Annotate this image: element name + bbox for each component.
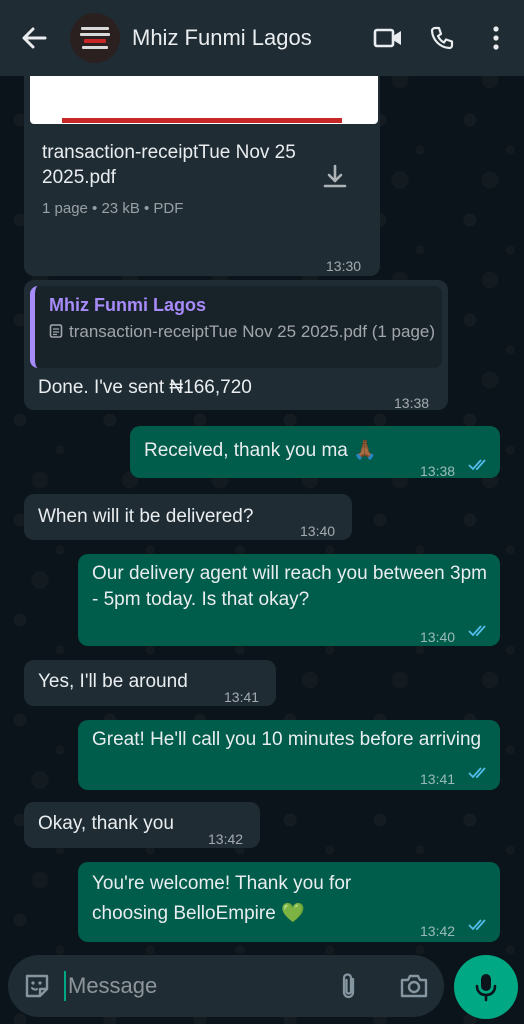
message-time: 13:38 bbox=[394, 395, 430, 411]
sticker-emoji-icon[interactable] bbox=[22, 971, 52, 1001]
text-caret bbox=[64, 971, 66, 1001]
video-call-icon[interactable] bbox=[366, 16, 410, 60]
message-time: 13:42 bbox=[208, 831, 244, 847]
read-receipt-icon bbox=[468, 459, 486, 471]
back-arrow-icon[interactable] bbox=[12, 16, 56, 60]
more-options-icon[interactable] bbox=[474, 16, 518, 60]
incoming-message[interactable]: Okay, thank you 13:42 bbox=[24, 802, 260, 848]
outgoing-message[interactable]: Great! He'll call you 10 minutes before … bbox=[78, 720, 500, 790]
avatar-logo-line bbox=[80, 33, 110, 36]
message-text: When will it be delivered? bbox=[38, 506, 254, 527]
message-text: Our delivery agent will reach you betwee… bbox=[92, 563, 487, 610]
document-message[interactable]: transaction-receiptTue Nov 25 2025.pdf 1… bbox=[24, 60, 380, 276]
outgoing-message[interactable]: Our delivery agent will reach you betwee… bbox=[78, 554, 500, 646]
outgoing-message[interactable]: You're welcome! Thank you for choosing B… bbox=[78, 862, 500, 942]
quote-text-row: transaction-receiptTue Nov 25 2025.pdf (… bbox=[49, 320, 439, 343]
message-time: 13:42 bbox=[420, 923, 456, 939]
reply-message[interactable]: Mhiz Funmi Lagos transaction-receiptTue … bbox=[24, 280, 448, 411]
message-time: 13:41 bbox=[224, 689, 260, 705]
message-text: Okay, thank you bbox=[38, 813, 174, 834]
attach-icon[interactable] bbox=[334, 971, 364, 1001]
document-meta: 1 page • 23 kB • PDF bbox=[42, 200, 184, 217]
document-icon bbox=[49, 324, 63, 338]
avatar-logo-line bbox=[81, 27, 109, 30]
camera-icon[interactable] bbox=[398, 971, 430, 1001]
message-text: Received, thank you ma 🙏🏾 bbox=[144, 440, 377, 461]
voice-record-button[interactable] bbox=[454, 955, 518, 1019]
avatar[interactable] bbox=[70, 13, 120, 63]
read-receipt-icon bbox=[468, 919, 486, 931]
message-text: Yes, I'll be around bbox=[38, 671, 188, 692]
quote-author: Mhiz Funmi Lagos bbox=[49, 295, 206, 315]
read-receipt-icon bbox=[468, 625, 486, 637]
message-input[interactable] bbox=[68, 967, 318, 1005]
preview-line bbox=[62, 118, 342, 123]
document-file-name: transaction-receiptTue Nov 25 2025.pdf bbox=[42, 142, 296, 188]
message-text: Done. I've sent ₦166,720 bbox=[38, 377, 252, 398]
avatar-logo-line bbox=[84, 39, 106, 43]
message-text: Great! He'll call you 10 minutes before … bbox=[92, 729, 482, 750]
download-icon[interactable] bbox=[320, 162, 350, 192]
outgoing-message[interactable]: Received, thank you ma 🙏🏾 13:38 bbox=[130, 426, 500, 479]
avatar-logo-line bbox=[82, 46, 108, 49]
message-time: 13:40 bbox=[300, 523, 336, 539]
message-time: 13:38 bbox=[420, 463, 456, 479]
message-time: 13:40 bbox=[420, 629, 456, 645]
message-time: 13:30 bbox=[326, 258, 362, 274]
chat-header: Mhiz Funmi Lagos bbox=[0, 0, 524, 76]
message-composer bbox=[8, 955, 444, 1017]
read-receipt-icon bbox=[468, 767, 486, 779]
voice-call-icon[interactable] bbox=[420, 16, 464, 60]
quoted-message[interactable]: Mhiz Funmi Lagos transaction-receiptTue … bbox=[30, 286, 442, 368]
quote-text: transaction-receiptTue Nov 25 2025.pdf (… bbox=[69, 322, 436, 341]
incoming-message[interactable]: Yes, I'll be around 13:41 bbox=[24, 660, 276, 706]
message-text: You're welcome! Thank you for choosing B… bbox=[92, 873, 352, 924]
microphone-icon bbox=[475, 974, 497, 1002]
message-time: 13:41 bbox=[420, 771, 456, 787]
contact-name[interactable]: Mhiz Funmi Lagos bbox=[132, 25, 366, 51]
incoming-message[interactable]: When will it be delivered? 13:40 bbox=[24, 494, 352, 540]
